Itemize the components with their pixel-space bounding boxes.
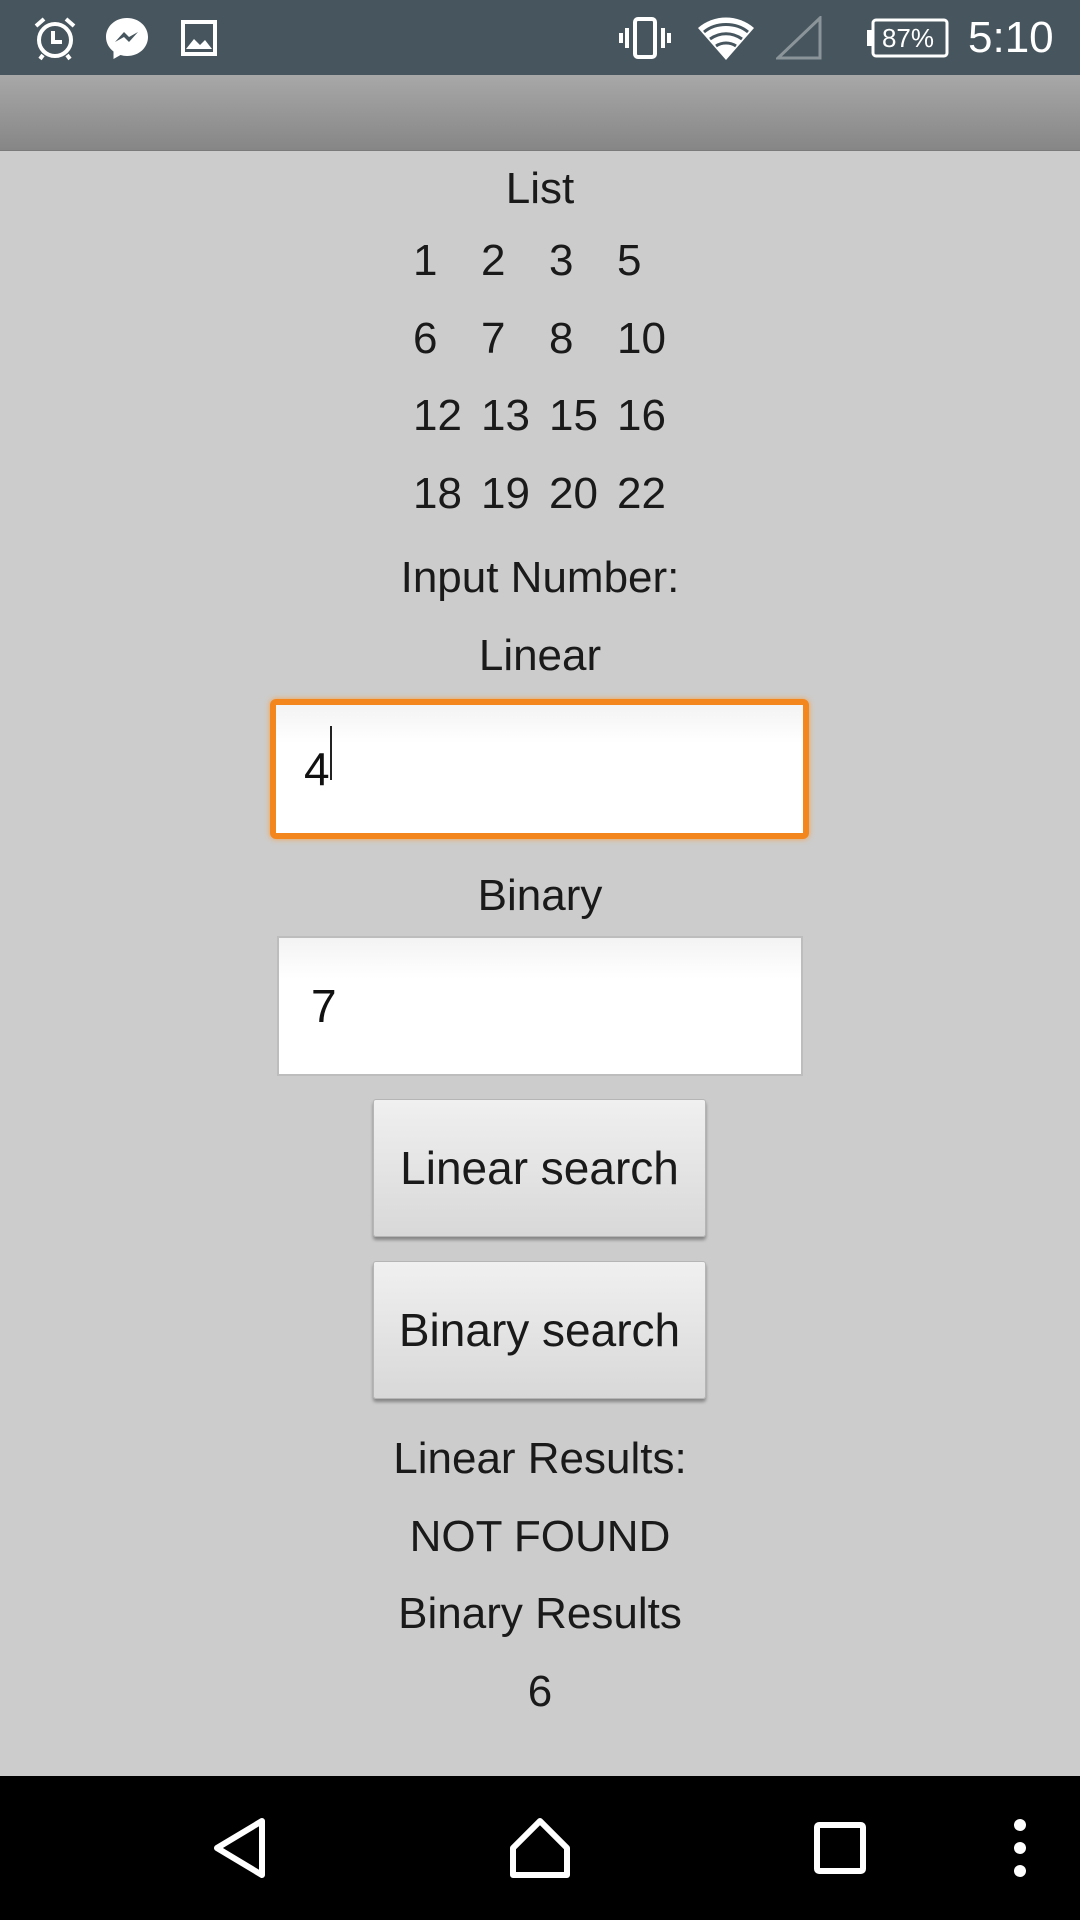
linear-results-value: NOT FOUND	[409, 1512, 671, 1561]
gallery-icon	[176, 0, 222, 75]
battery-icon: 87%	[867, 18, 951, 58]
list-item: 20	[549, 468, 598, 518]
list-item: 12	[413, 391, 462, 440]
wifi-icon	[694, 0, 758, 75]
list-item: 7	[481, 313, 506, 363]
number-list: 1 2 3 5 6 7 8 10 12 13 15 16 18 19 20 22	[410, 235, 680, 545]
linear-search-button[interactable]: Linear search	[373, 1099, 706, 1237]
home-icon[interactable]	[500, 1776, 580, 1920]
battery-level: 87%	[881, 22, 935, 53]
text-cursor	[330, 726, 332, 780]
binary-search-button[interactable]: Binary search	[373, 1261, 706, 1399]
linear-input[interactable]	[270, 699, 809, 839]
alarm-icon	[28, 0, 82, 75]
status-bar: 87% 5:10	[0, 0, 1080, 75]
list-item: 15	[549, 391, 598, 440]
binary-input[interactable]	[277, 936, 803, 1076]
app-screen: 87% 5:10 List 1 2 3 5 6 7 8 10 12 13 15 …	[0, 0, 1080, 1920]
status-time: 5:10	[968, 12, 1054, 62]
list-title: List	[505, 164, 575, 213]
overflow-menu-icon[interactable]	[1000, 1776, 1040, 1920]
list-item: 22	[617, 468, 666, 518]
cell-signal-icon	[774, 0, 824, 75]
linear-label: Linear	[478, 631, 602, 680]
list-item: 6	[413, 313, 438, 363]
back-icon[interactable]	[200, 1776, 280, 1920]
binary-label: Binary	[477, 871, 603, 920]
input-number-label: Input Number:	[400, 553, 680, 602]
list-item: 5	[617, 236, 642, 285]
binary-results-label: Binary Results	[398, 1589, 682, 1638]
messenger-icon	[100, 0, 154, 75]
list-item: 3	[549, 236, 574, 285]
navigation-bar	[0, 1776, 1080, 1920]
list-item: 10	[617, 313, 666, 363]
list-item: 18	[413, 468, 462, 518]
recents-icon[interactable]	[800, 1776, 880, 1920]
list-item: 16	[617, 391, 666, 440]
action-bar	[0, 75, 1080, 151]
binary-results-value: 6	[527, 1667, 553, 1716]
list-item: 8	[549, 313, 574, 363]
list-item: 1	[413, 236, 438, 285]
list-item: 13	[481, 391, 530, 440]
linear-results-label: Linear Results:	[393, 1434, 687, 1483]
list-item: 2	[481, 236, 506, 285]
vibrate-icon	[616, 0, 674, 75]
list-item: 19	[481, 468, 530, 518]
